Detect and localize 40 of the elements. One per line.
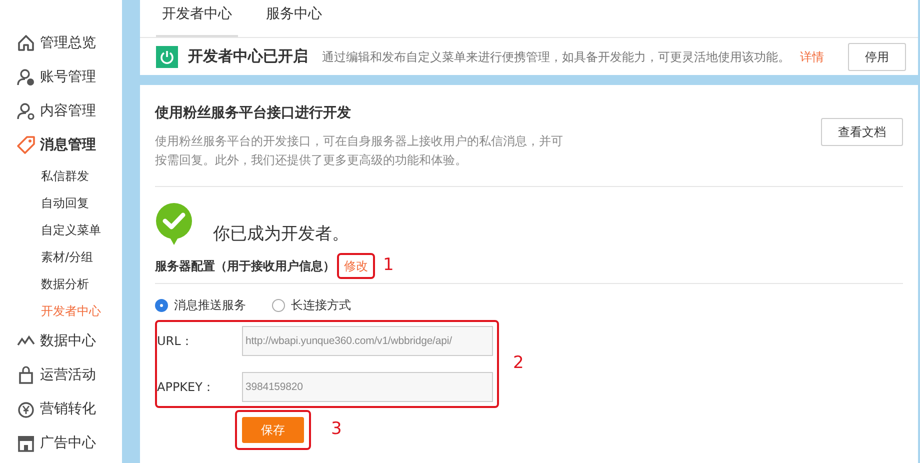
status-description: 通过编辑和发布自定义菜单来进行便携管理，如具备开发能力，可更灵活地使用该功能。 (322, 48, 790, 66)
sidebar-item[interactable]: 数据中心 (0, 324, 122, 358)
status-title: 开发者中心已开启 (188, 46, 308, 68)
coin-icon (16, 399, 36, 419)
radio-button[interactable] (155, 298, 168, 312)
sidebar-subitem[interactable]: 私信群发 (0, 162, 122, 189)
sidebar-subitem[interactable]: 素材/分组 (0, 243, 122, 270)
sidebar-item[interactable]: 广告中心 (0, 426, 122, 460)
home-icon (16, 33, 36, 53)
sidebar-item[interactable]: 内容管理 (0, 94, 122, 128)
radio-button[interactable] (272, 298, 285, 312)
user-icon (16, 67, 36, 87)
sidebar-item[interactable]: 管理总览 (0, 26, 122, 60)
sidebar-subitem[interactable]: 自动回复 (0, 189, 122, 216)
sidebar-item[interactable]: 账号管理 (0, 60, 122, 94)
disable-button[interactable]: 停用 (848, 42, 906, 70)
sidebar-subitem[interactable]: 自定义菜单 (0, 216, 122, 243)
radio-label: 长连接方式 (291, 297, 351, 314)
annotation-number: 2 (512, 352, 524, 376)
check-icon (155, 203, 193, 245)
annotation-number: 1 (382, 254, 394, 278)
store-icon (16, 433, 36, 453)
tab[interactable]: 服务中心 (260, 3, 328, 37)
tab[interactable]: 开发者中心 (156, 3, 238, 37)
annotation-number: 3 (330, 418, 342, 442)
view-docs-button[interactable]: 查看文档 (821, 118, 903, 146)
user-gear-icon (16, 101, 36, 121)
sidebar-subitem[interactable]: 数据分析 (0, 270, 122, 297)
bag-icon (16, 365, 36, 385)
config-label: 服务器配置（用于接收用户信息） (155, 258, 335, 275)
section-title: 使用粉丝服务平台接口进行开发 (155, 104, 352, 123)
section-description: 使用粉丝服务平台的开发接口，可在自身服务器上接收用户的私信消息，并可按需回复。此外，我们还提供了更多更高级的功能和体验。 (155, 133, 564, 169)
field-label: URL： (157, 333, 194, 350)
sidebar-item[interactable]: 营销转化 (0, 392, 122, 426)
sidebar-item[interactable]: 运营活动 (0, 358, 122, 392)
radio-label: 消息推送服务 (174, 297, 246, 314)
field-label: APPKEY： (157, 379, 216, 396)
sidebar-item[interactable]: 消息管理 (0, 128, 122, 162)
tag-icon (16, 135, 36, 155)
success-message: 你已成为开发者。 (213, 222, 349, 246)
